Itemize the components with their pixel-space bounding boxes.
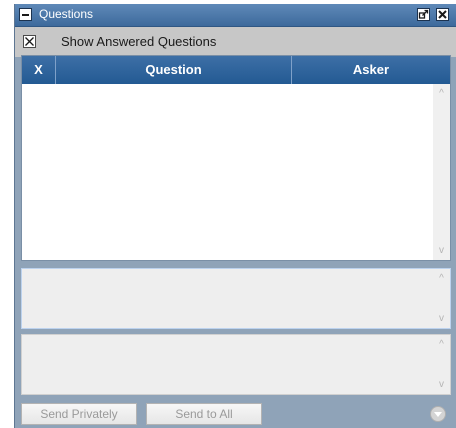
panel-title: Questions [39,7,94,21]
scroll-up-icon[interactable]: ^ [433,338,450,352]
scroll-down-icon[interactable]: v [433,244,450,258]
column-header-asker[interactable]: Asker [292,56,450,84]
column-header-x[interactable]: X [22,56,56,84]
answer-text-scrollbar[interactable]: ^ v [433,335,450,394]
send-privately-button[interactable]: Send Privately [21,403,137,425]
minimize-icon[interactable] [19,8,32,21]
scroll-down-icon[interactable]: v [433,378,450,392]
column-header-question[interactable]: Question [56,56,292,84]
table-header: X Question Asker [22,56,450,84]
questions-table: X Question Asker ^ v [21,55,451,261]
scroll-up-icon[interactable]: ^ [433,272,450,286]
show-answered-label[interactable]: Show Answered Questions [61,34,216,49]
table-scrollbar[interactable]: ^ v [433,84,450,260]
send-to-all-button[interactable]: Send to All [146,403,262,425]
options-menu-icon[interactable] [430,406,446,422]
questions-panel: Questions Show Answered Questions X Ques… [14,4,456,428]
answer-text-area[interactable]: ^ v [21,334,451,395]
question-text-area[interactable]: ^ v [21,268,451,329]
scroll-down-icon[interactable]: v [433,312,450,326]
question-text-scrollbar[interactable]: ^ v [433,269,450,328]
scroll-up-icon[interactable]: ^ [433,87,450,101]
show-answered-checkbox[interactable] [23,35,36,48]
popout-icon[interactable] [417,8,430,21]
options-bar: Show Answered Questions [15,27,456,57]
close-icon[interactable] [436,8,449,21]
title-bar: Questions [15,4,456,27]
